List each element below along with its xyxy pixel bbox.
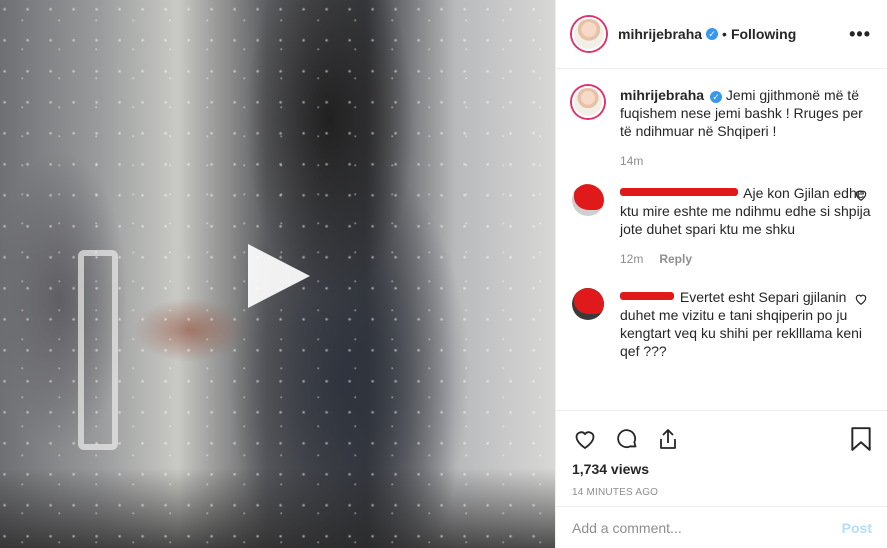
post-actions: 1,734 views 14 MINUTES AGO (556, 410, 887, 506)
caption-username[interactable]: mihrijebraha (620, 87, 704, 103)
action-icons-row (572, 419, 872, 459)
comment-text-block: Aje kon Gjilan edhe ktu mire eshte me nd… (620, 184, 872, 238)
caption-meta: 14m (620, 154, 872, 168)
post-comment-button[interactable]: Post (842, 520, 872, 536)
post-side-panel: mihrijebraha ✓ • Following ••• mihrijebr… (555, 0, 887, 548)
add-comment-bar: Post (556, 506, 887, 548)
like-comment-heart-icon[interactable] (854, 188, 868, 202)
caption-text-block: mihrijebraha ✓ Jemi gjithmonë më të fuqis… (620, 86, 872, 140)
like-comment-heart-icon[interactable] (854, 292, 868, 306)
comment-item: Aje kon Gjilan edhe ktu mire eshte me nd… (572, 184, 872, 238)
commenter-avatar-redacted[interactable] (572, 288, 604, 320)
comment-bubble-icon[interactable] (614, 427, 640, 451)
comment-text-block: Evertet esht Separi gjilanin duhet me vi… (620, 288, 872, 360)
comment-item: Evertet esht Separi gjilanin duhet me vi… (572, 288, 872, 360)
share-icon[interactable] (656, 427, 680, 451)
bookmark-icon[interactable] (850, 426, 872, 452)
verified-badge-icon: ✓ (710, 91, 723, 103)
commenter-name-redacted[interactable] (620, 188, 738, 196)
play-icon[interactable] (248, 244, 310, 308)
comments-section: mihrijebraha ✓ Jemi gjithmonë më të fuqis… (556, 70, 887, 410)
header-username[interactable]: mihrijebraha (618, 26, 702, 42)
more-options-icon[interactable]: ••• (849, 24, 871, 45)
commenter-name-redacted[interactable] (620, 292, 674, 300)
post-caption: mihrijebraha ✓ Jemi gjithmonë më të fuqis… (572, 86, 872, 140)
post-header: mihrijebraha ✓ • Following ••• (556, 0, 887, 69)
comment-input[interactable] (572, 519, 842, 536)
caption-time[interactable]: 14m (620, 154, 643, 168)
view-count[interactable]: 1,734 views (572, 461, 872, 477)
video-player[interactable] (0, 0, 555, 548)
verified-badge-icon: ✓ (706, 28, 719, 40)
post-timestamp[interactable]: 14 MINUTES AGO (572, 487, 872, 498)
caption-avatar[interactable] (572, 86, 604, 118)
comment-meta: 12m Reply (620, 252, 872, 266)
comment-time[interactable]: 12m (620, 252, 643, 266)
separator-dot: • (722, 26, 727, 42)
commenter-avatar-redacted[interactable] (572, 184, 604, 216)
like-heart-icon[interactable] (572, 427, 598, 451)
following-button[interactable]: Following (731, 26, 796, 42)
avatar[interactable] (572, 17, 606, 51)
reply-button[interactable]: Reply (659, 252, 692, 266)
